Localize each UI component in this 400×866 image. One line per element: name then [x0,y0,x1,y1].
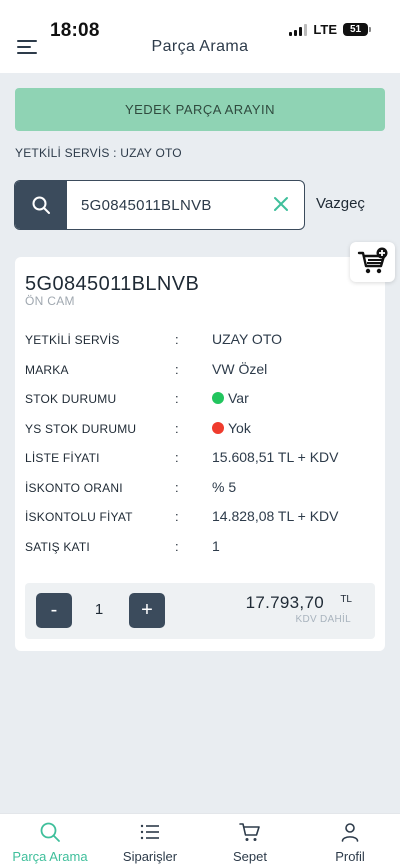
detail-colon: : [175,420,179,436]
search-parts-button[interactable]: YEDEK PARÇA ARAYIN [15,88,385,131]
total-amount: 17.793,70 [245,593,324,612]
detail-label: İSKONTO ORANI [25,480,123,495]
nav-item-profile[interactable]: Profil [300,814,400,866]
nav-item-parts-search[interactable]: Parça Arama [0,814,100,866]
search-button[interactable] [15,181,67,229]
detail-row-list-price: LİSTE FİYATI : 15.608,51 TL + KDV [25,447,375,477]
search-box [14,180,305,230]
detail-value: UZAY OTO [212,331,283,347]
detail-label: MARKA [25,362,69,377]
detail-row-service: YETKİLİ SERVİS : UZAY OTO [25,329,375,359]
authorized-service-label: YETKİLİ SERVİS : UZAY OTO [15,146,182,160]
detail-colon: : [175,509,179,524]
add-to-cart-icon [357,247,387,274]
network-type: LTE [313,22,337,37]
detail-value: Yok [228,419,251,436]
detail-value: VW Özel [212,360,268,377]
nav-label: Siparişler [122,849,178,864]
detail-value: 14.828,08 TL + KDV [212,508,339,524]
stock-available-indicator [212,392,224,404]
detail-row-stock: STOK DURUMU : Var [25,388,375,418]
search-icon [40,822,60,842]
user-icon [341,823,359,842]
part-number: 5G0845011BLNVB [25,273,200,295]
clear-icon[interactable] [272,195,290,213]
detail-row-discount-rate: İSKONTO ORANI : % 5 [25,477,375,507]
detail-row-brand: MARKA : VW Özel [25,359,375,389]
detail-label: YS STOK DURUMU [25,421,137,436]
detail-colon: : [175,538,179,554]
detail-label: STOK DURUMU [25,392,117,406]
battery-icon: 51 [343,23,371,36]
nav-label: Sepet [233,849,267,864]
stock-unavailable-indicator [212,421,224,434]
part-name: ÖN CAM [25,294,75,308]
nav-item-orders[interactable]: Siparişler [100,814,200,866]
detail-label: YETKİLİ SERVİS [25,333,120,347]
detail-value: % 5 [212,478,237,495]
detail-label: LİSTE FİYATI [25,451,100,465]
detail-value: Var [228,390,249,406]
page-title: Parça Arama [151,38,249,55]
detail-row-ys-stock: YS STOK DURUMU : Yok [25,418,375,448]
part-card: 5G0845011BLNVB ÖN CAM YETKİLİ SERVİS : U… [15,257,385,651]
status-indicators: LTE 51 [289,22,371,37]
nav-label: Parça Arama [12,849,88,864]
detail-label: SATIŞ KATI [25,539,90,554]
bottom-navigation: Parça Arama Siparişler Sepet Profil [0,813,400,866]
search-input[interactable] [81,181,271,229]
cancel-button[interactable]: Vazgeç [316,195,365,212]
part-details: YETKİLİ SERVİS : UZAY OTO MARKA : VW Öze… [25,329,375,565]
detail-value: 15.608,51 TL + KDV [212,449,339,465]
decrease-quantity-button[interactable]: - [36,593,72,628]
detail-row-sales-multiple: SATIŞ KATI : 1 [25,536,375,566]
total-price: 17.793,70 [246,593,351,613]
detail-colon: : [175,391,179,406]
add-to-cart-button[interactable] [350,242,395,282]
detail-colon: : [175,332,179,347]
detail-row-discounted-price: İSKONTOLU FİYAT : 14.828,08 TL + KDV [25,506,375,536]
detail-colon: : [175,361,179,377]
nav-item-cart[interactable]: Sepet [200,814,300,866]
search-bar: Vazgeç [14,180,386,230]
vat-note: KDV DAHİL [295,614,351,625]
quantity-stepper: - 1 + 17.793,70 TL KDV DAHİL [25,583,375,639]
quantity-value: 1 [94,601,104,618]
cart-icon [239,823,260,841]
list-icon [140,824,159,840]
app-header: 18:08 LTE 51 Parça Arama [0,0,400,73]
signal-icon [289,23,308,36]
detail-label: İSKONTOLU FİYAT [25,510,133,524]
nav-label: Profil [335,849,365,864]
currency-label: TL [340,594,352,605]
increase-quantity-button[interactable]: + [129,593,165,628]
detail-colon: : [175,450,179,465]
search-icon [32,196,50,214]
detail-value: 1 [212,537,220,554]
detail-colon: : [175,479,179,495]
